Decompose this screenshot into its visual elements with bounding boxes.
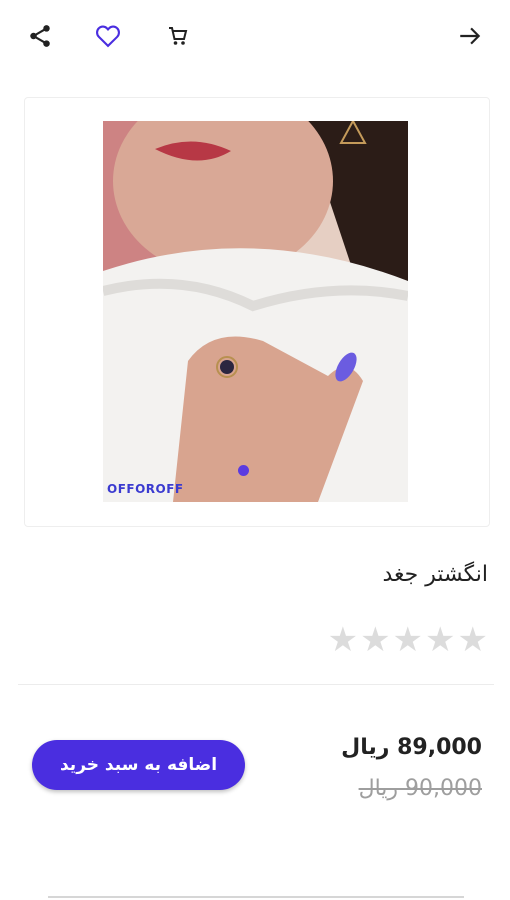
cart-icon bbox=[169, 27, 188, 45]
carousel-indicator-dot bbox=[238, 465, 249, 476]
product-image[interactable]: OFFOROFF bbox=[103, 121, 408, 502]
product-title: انگشتر جغد bbox=[382, 562, 488, 587]
star-icon[interactable]: ★ bbox=[393, 623, 423, 657]
brand-logo-watermark: OFFOROFF bbox=[107, 482, 184, 496]
product-photo-illustration bbox=[103, 121, 408, 502]
current-price: 89,000 ریال bbox=[341, 735, 482, 760]
add-to-cart-button[interactable]: اضافه به سبد خرید bbox=[32, 740, 245, 790]
price-block: 89,000 ریال 90,000 ریال bbox=[267, 728, 482, 810]
old-price: 90,000 ریال bbox=[358, 776, 482, 801]
top-app-bar bbox=[0, 0, 510, 72]
share-icon bbox=[30, 25, 50, 47]
arrow-forward-icon bbox=[460, 27, 481, 45]
heart-icon bbox=[96, 25, 120, 48]
star-icon[interactable]: ★ bbox=[360, 623, 390, 657]
back-button[interactable] bbox=[452, 18, 488, 54]
rating-stars[interactable]: ★ ★ ★ ★ ★ bbox=[328, 623, 488, 657]
cart-button[interactable] bbox=[160, 18, 196, 54]
share-button[interactable] bbox=[22, 18, 58, 54]
favorite-button[interactable] bbox=[90, 18, 126, 54]
star-icon[interactable]: ★ bbox=[328, 623, 358, 657]
divider bbox=[18, 684, 494, 685]
bottom-divider bbox=[48, 896, 464, 898]
star-icon[interactable]: ★ bbox=[425, 623, 455, 657]
star-icon[interactable]: ★ bbox=[458, 623, 488, 657]
